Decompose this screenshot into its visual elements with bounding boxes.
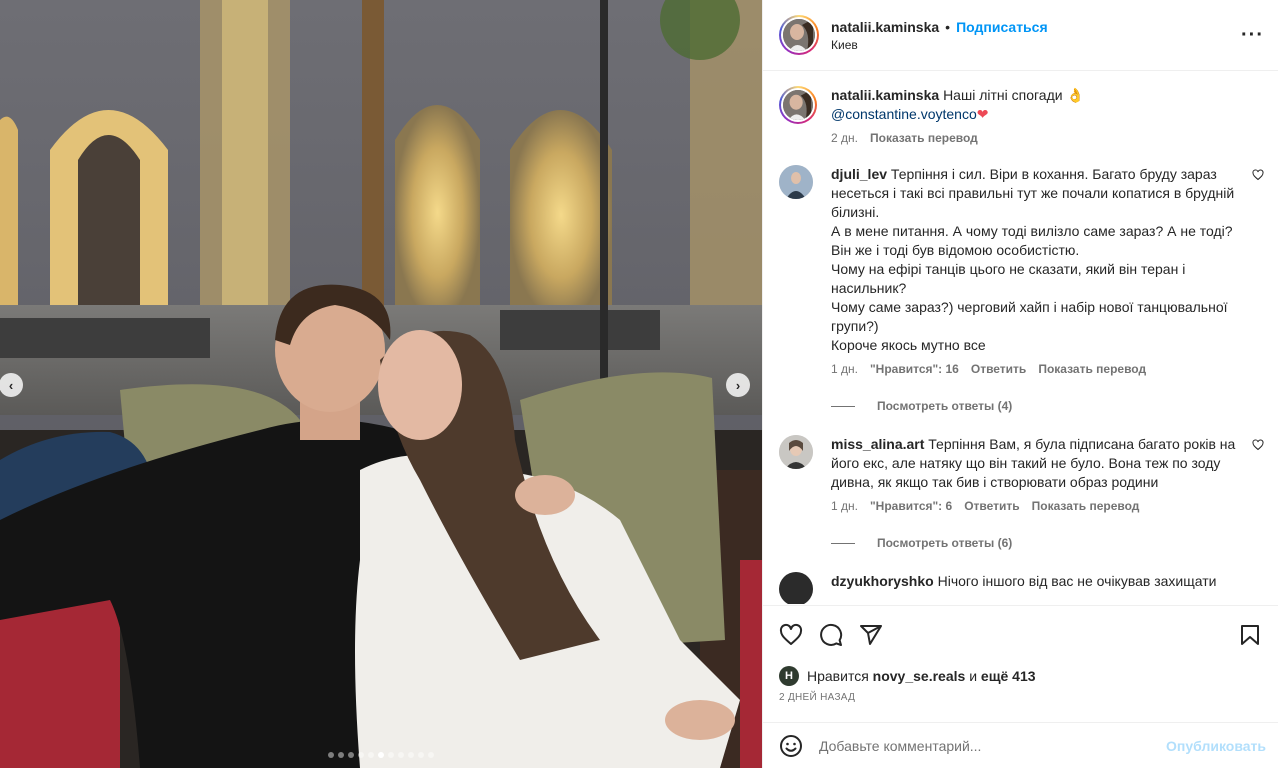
- liked-by: H Нравится novy_se.reals и ещё 413: [779, 664, 1262, 688]
- author-username[interactable]: natalii.kaminska: [831, 19, 939, 35]
- bookmark-icon[interactable]: [1238, 623, 1262, 647]
- comment-text-line: Чому на ефірі танців цього не сказати, я…: [831, 261, 1186, 296]
- liked-by-join: и: [969, 668, 978, 684]
- heart-emoji: ❤: [976, 106, 989, 122]
- caption-mention-link[interactable]: @constantine.voytenco: [831, 106, 977, 122]
- carousel-dot: [418, 752, 424, 758]
- comment-age[interactable]: 1 дн.: [831, 361, 858, 377]
- comment-input[interactable]: [819, 737, 1167, 754]
- commenter-avatar[interactable]: [779, 572, 813, 604]
- carousel-dot: [328, 752, 334, 758]
- carousel-prev-button[interactable]: ‹: [0, 373, 23, 397]
- post-date[interactable]: 2 ДНЕЙ НАЗАД: [779, 692, 1262, 703]
- carousel-dot: [428, 752, 434, 758]
- like-icon[interactable]: [779, 623, 803, 647]
- comment-composer: Опубликовать: [763, 722, 1278, 768]
- likes-others-link[interactable]: ещё 413: [981, 668, 1036, 684]
- chevron-right-icon: ›: [735, 377, 741, 393]
- comment-username[interactable]: miss_alina.art: [831, 436, 924, 452]
- more-options-icon[interactable]: ···: [1241, 25, 1264, 45]
- author-avatar[interactable]: [779, 15, 819, 55]
- comment-text: Нічого іншого від вас не очікував захища…: [937, 573, 1217, 589]
- comment-item: dzyukhoryshko Нічого іншого від вас не о…: [779, 572, 1266, 604]
- post-caption: natalii.kaminska Наші літні спогади 👌 @c…: [779, 86, 1266, 146]
- post-sidebar: natalii.kaminska • Подписаться Киев ···: [762, 0, 1278, 768]
- follow-button[interactable]: Подписаться: [956, 19, 1048, 35]
- comment-text-line: Короче якось мутно все: [831, 337, 986, 353]
- carousel-dot: [368, 752, 374, 758]
- comment-like-icon[interactable]: [1252, 439, 1264, 454]
- translate-link[interactable]: Показать перевод: [1038, 361, 1146, 377]
- carousel-dot: [358, 752, 364, 758]
- view-replies-label: Посмотреть ответы (6): [877, 536, 1013, 550]
- post-location[interactable]: Киев: [831, 38, 1241, 52]
- liker-avatar[interactable]: H: [779, 666, 799, 686]
- separator-dot: •: [945, 18, 951, 35]
- comments-list[interactable]: natalii.kaminska Наші літні спогади 👌 @c…: [763, 72, 1278, 604]
- comment-username[interactable]: dzyukhoryshko: [831, 573, 934, 589]
- chevron-left-icon: ‹: [8, 377, 14, 393]
- comment-text-line: Чому саме зараз?) черговий хайп і набір …: [831, 299, 1228, 334]
- carousel-dot: [378, 752, 384, 758]
- carousel-dot: [398, 752, 404, 758]
- liked-by-prefix: Нравится: [807, 668, 869, 684]
- ok-hand-emoji: 👌: [1066, 87, 1084, 103]
- commenter-avatar[interactable]: [779, 435, 813, 469]
- replies-divider: [831, 405, 855, 407]
- comment-text-line: А в мене питання. А чому тоді вилізло са…: [831, 223, 1233, 258]
- carousel-dot: [348, 752, 354, 758]
- replies-divider: [831, 542, 855, 544]
- liker-username[interactable]: novy_se.reals: [873, 668, 966, 684]
- carousel-dot: [338, 752, 344, 758]
- reply-button[interactable]: Ответить: [964, 498, 1019, 514]
- reply-button[interactable]: Ответить: [971, 361, 1026, 377]
- comment-username[interactable]: djuli_lev: [831, 166, 887, 182]
- caption-age[interactable]: 2 дн.: [831, 130, 858, 146]
- view-replies-button[interactable]: Посмотреть ответы (4): [831, 399, 1266, 413]
- carousel-next-button[interactable]: ›: [726, 373, 750, 397]
- comment-like-count[interactable]: "Нравится": 6: [870, 498, 952, 514]
- comment-icon[interactable]: [819, 623, 843, 647]
- comment-like-icon[interactable]: [1252, 169, 1264, 184]
- comment-text: Терпіння і сил. Віри в кохання. Багато б…: [831, 166, 1235, 220]
- commenter-avatar[interactable]: [779, 165, 813, 199]
- caption-text: Наші літні спогади: [943, 87, 1063, 103]
- post-viewer: ‹ › natalii.kaminska • Подписаться Киев …: [0, 0, 1278, 768]
- comment-age[interactable]: 1 дн.: [831, 498, 858, 514]
- carousel-indicator: [0, 752, 762, 758]
- publish-comment-button[interactable]: Опубликовать: [1166, 738, 1266, 754]
- carousel-dot: [388, 752, 394, 758]
- post-actions: H Нравится novy_se.reals и ещё 413 2 ДНЕ…: [763, 605, 1278, 703]
- comment-item: djuli_lev Терпіння і сил. Віри в кохання…: [779, 165, 1266, 377]
- comment-item: miss_alina.art Терпіння Вам, я була підп…: [779, 435, 1266, 514]
- carousel-dot: [408, 752, 414, 758]
- post-media[interactable]: ‹ ›: [0, 0, 762, 768]
- translate-link[interactable]: Показать перевод: [1032, 498, 1140, 514]
- post-photo: [0, 0, 762, 768]
- post-header: natalii.kaminska • Подписаться Киев ···: [763, 0, 1278, 71]
- caption-avatar[interactable]: [779, 86, 817, 124]
- view-replies-label: Посмотреть ответы (4): [877, 399, 1013, 413]
- comment-like-count[interactable]: "Нравится": 16: [870, 361, 959, 377]
- view-replies-button[interactable]: Посмотреть ответы (6): [831, 536, 1266, 550]
- caption-username[interactable]: natalii.kaminska: [831, 87, 939, 103]
- caption-translate-link[interactable]: Показать перевод: [870, 130, 978, 146]
- share-icon[interactable]: [859, 623, 883, 647]
- emoji-picker-icon[interactable]: [779, 734, 803, 758]
